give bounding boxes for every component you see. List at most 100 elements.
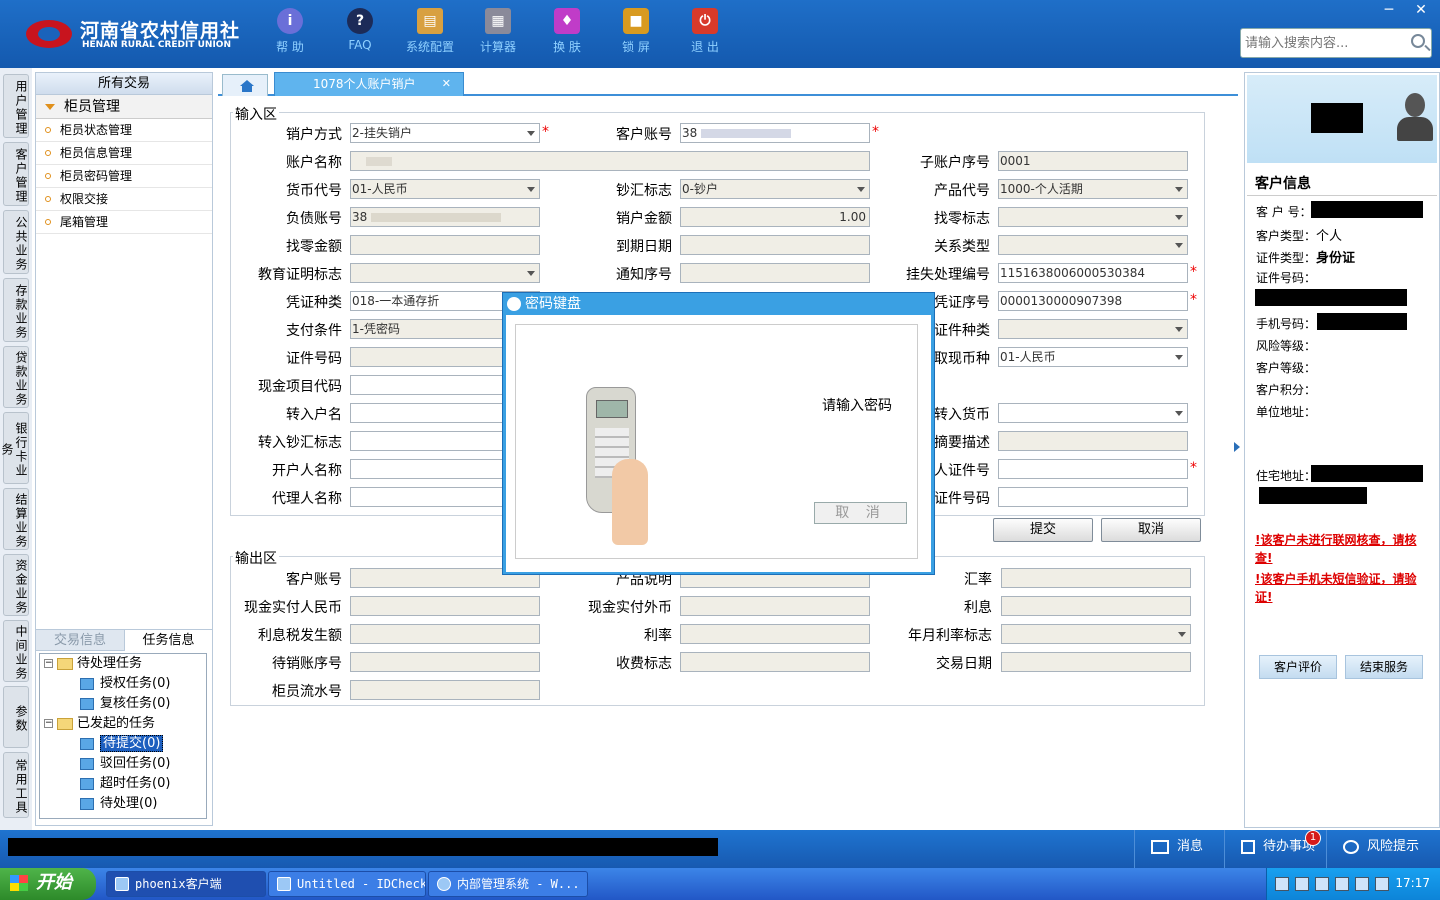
calculator-button[interactable]: ▦ 计算器 <box>468 8 528 55</box>
menu-item-teller-password[interactable]: 柜员密码管理 <box>36 165 212 188</box>
skin-button[interactable]: ♦ 换 肤 <box>537 8 597 55</box>
keyboard-icon[interactable] <box>1275 877 1289 891</box>
relation-type-select[interactable] <box>998 235 1188 255</box>
customer-evaluation-button[interactable]: 客户评价 <box>1259 655 1337 679</box>
tree-pending-tasks[interactable]: − 待处理任务 <box>44 654 142 674</box>
todo-count-badge: 1 <box>1305 830 1321 846</box>
account-name-field <box>350 151 870 171</box>
vertical-nav: 用户管理 客户管理 公共业务 存款业务 贷款业务 银行卡业务 结算业务 资金业务… <box>0 68 32 830</box>
vnav-common-tools[interactable]: 常用工具 <box>3 752 29 818</box>
tab-task-info[interactable]: 任务信息 <box>124 630 212 651</box>
tree-auth-tasks[interactable]: 授权任务(0) <box>80 674 170 694</box>
taskbar-item-idcheck[interactable]: Untitled - IDCheck <box>268 871 426 897</box>
currency-select[interactable]: 01-人民币 <box>350 179 540 199</box>
cash-flag-select[interactable]: 0-钞户 <box>680 179 870 199</box>
end-service-button[interactable]: 结束服务 <box>1345 655 1423 679</box>
vnav-settlement-business[interactable]: 结算业务 <box>3 488 29 550</box>
network-icon[interactable] <box>1355 877 1369 891</box>
transfer-currency-select[interactable] <box>998 403 1188 423</box>
tab-home[interactable] <box>222 74 268 96</box>
help-tray-icon[interactable] <box>1295 877 1309 891</box>
dialog-title-bar[interactable]: 密码键盘 <box>503 293 934 315</box>
menu-item-teller-status[interactable]: 柜员状态管理 <box>36 119 212 142</box>
out-pending-seq-field <box>350 652 540 672</box>
exit-button[interactable]: ⏻ 退 出 <box>675 8 735 55</box>
vnav-user-mgmt[interactable]: 用户管理 <box>3 74 29 138</box>
vnav-parameters[interactable]: 参数 <box>3 686 29 748</box>
mail-icon <box>1151 839 1169 854</box>
lock-screen-button[interactable]: ■ 锁 屏 <box>606 8 666 55</box>
voucher-no-input[interactable]: 0000130000907398 <box>998 291 1188 311</box>
chevron-down-icon <box>527 187 535 192</box>
vnav-fund-business[interactable]: 资金业务 <box>3 554 29 616</box>
home-icon <box>240 80 254 92</box>
menu-item-teller-info[interactable]: 柜员信息管理 <box>36 142 212 165</box>
customer-account-input[interactable]: 38 <box>680 123 870 143</box>
product-code-select[interactable]: 1000-个人活期 <box>998 179 1188 199</box>
chevron-down-icon <box>527 131 535 136</box>
system-config-button[interactable]: ▤ 系统配置 <box>400 8 460 55</box>
tree-label: 待处理任务 <box>77 656 143 671</box>
tree-review-tasks[interactable]: 复核任务(0) <box>80 694 170 714</box>
skin-label: 换 肤 <box>553 40 581 54</box>
teller-mgmt-group[interactable]: 柜员管理 <box>36 95 212 119</box>
taskbar-item-ie[interactable]: 内部管理系统 - W... <box>428 871 588 897</box>
bullet-icon <box>45 173 51 179</box>
vnav-bank-card-business[interactable]: 银行卡业务 <box>0 412 29 484</box>
tree-label: 已发起的任务 <box>77 716 156 731</box>
vnav-deposit-business[interactable]: 存款业务 <box>3 278 29 342</box>
vnav-public-business[interactable]: 公共业务 <box>3 210 29 274</box>
taskbar-item-phoenix[interactable]: phoenix客户端 <box>106 871 266 897</box>
lock-screen-label: 锁 屏 <box>622 40 650 54</box>
withdraw-currency-select[interactable]: 01-人民币 <box>998 347 1188 367</box>
tab-account-close[interactable]: 1078个人账户销户 ✕ <box>274 72 464 96</box>
vnav-customer-mgmt[interactable]: 客户管理 <box>3 142 29 206</box>
vnav-intermediate-business[interactable]: 中间业务 <box>3 620 29 682</box>
cert-no2-input[interactable] <box>998 487 1188 507</box>
tab-close-icon[interactable]: ✕ <box>442 73 451 95</box>
status-bar: 消息 待办事项 风险提示 <box>0 830 1440 868</box>
help-button[interactable]: i 帮 助 <box>260 8 320 55</box>
edu-cert-flag-select[interactable] <box>350 263 540 283</box>
warning-network-check[interactable]: !该客户未进行联网核查，请核查! <box>1255 531 1433 567</box>
collapse-right-panel-icon[interactable] <box>1233 428 1241 468</box>
tree-initiated-tasks[interactable]: − 已发起的任务 <box>44 714 155 734</box>
minimize-icon[interactable]: ─ <box>1374 0 1404 20</box>
risk-alert-button[interactable]: 风险提示 <box>1326 830 1440 868</box>
menu-item-cash-box[interactable]: 尾箱管理 <box>36 211 212 234</box>
menu-item-label: 柜员状态管理 <box>60 123 133 137</box>
loss-no-input[interactable]: 1151638006000530384 <box>998 263 1188 283</box>
back-icon[interactable] <box>1335 877 1349 891</box>
tab-transaction-info[interactable]: 交易信息 <box>36 630 124 651</box>
cert-type-select[interactable] <box>998 319 1188 339</box>
tree-timeout-tasks[interactable]: 超时任务(0) <box>80 774 170 794</box>
messages-button[interactable]: 消息 <box>1134 830 1224 868</box>
ime-icon[interactable] <box>1375 877 1389 891</box>
tree-to-process[interactable]: 待处理(0) <box>80 794 157 814</box>
warning-sms-verify[interactable]: !该客户手机未短信验证，请验证! <box>1255 570 1433 606</box>
collapse-icon[interactable]: − <box>44 659 53 668</box>
close-icon[interactable]: ✕ <box>1406 0 1436 20</box>
tree-rejected-tasks[interactable]: 驳回任务(0) <box>80 754 170 774</box>
folder-icon <box>57 657 73 670</box>
search-icon[interactable] <box>1411 34 1425 48</box>
work-address-label: 单位地址： <box>1256 405 1317 419</box>
menu-item-permission-handover[interactable]: 权限交接 <box>36 188 212 211</box>
pin-pad-dialog: 密码键盘 请输入密码 取 消 <box>502 292 935 575</box>
collapse-icon[interactable]: − <box>44 719 53 728</box>
close-method-select[interactable]: 2-挂失销户 <box>350 123 540 143</box>
cancel-button[interactable]: 取消 <box>1101 518 1201 542</box>
dialog-cancel-button[interactable]: 取 消 <box>814 502 907 524</box>
usb-icon[interactable] <box>1315 877 1329 891</box>
avatar <box>1397 93 1433 143</box>
out-rate-flag-select[interactable] <box>1001 624 1191 644</box>
tree-to-submit[interactable]: 待提交(0) <box>80 734 164 754</box>
change-flag-select[interactable] <box>998 207 1188 227</box>
person-cert-no-input[interactable] <box>998 459 1188 479</box>
search-input[interactable] <box>1241 29 1401 57</box>
chevron-down-icon <box>1175 243 1183 248</box>
start-button[interactable]: 开始 <box>0 868 96 900</box>
submit-button[interactable]: 提交 <box>993 518 1093 542</box>
faq-button[interactable]: ? FAQ <box>330 8 390 52</box>
vnav-loan-business[interactable]: 贷款业务 <box>3 346 29 408</box>
